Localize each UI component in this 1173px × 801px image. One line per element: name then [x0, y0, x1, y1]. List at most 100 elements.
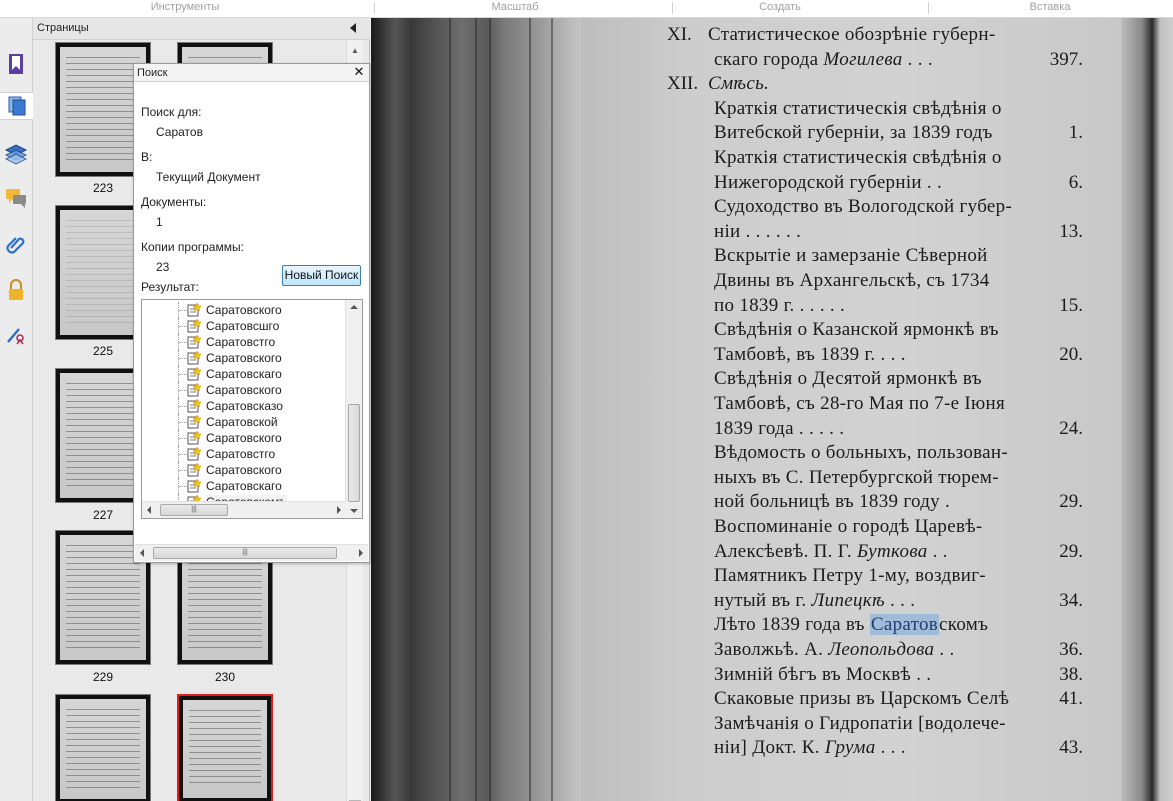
scroll-left-icon[interactable]	[147, 506, 151, 514]
toc-line: Витебской губерніи, за 1839 годъ	[714, 122, 993, 144]
layers-icon[interactable]	[4, 140, 28, 168]
toc-entry-text: нутый въ г.	[714, 589, 812, 611]
pages-panel-title: Страницы	[37, 22, 89, 34]
toc-line: ной больницѣ въ 1839 году .	[714, 491, 950, 513]
toc-entry-text: Зимній бѣгъ въ Москвѣ . .	[714, 663, 932, 685]
search-result-item[interactable]: Саратовстго	[142, 334, 346, 350]
search-result-label: Саратовскаго	[206, 479, 282, 493]
tree-branch	[179, 422, 187, 423]
pdf-viewer-window: Инструменты Масштаб Создать Вставка Стра…	[0, 0, 1173, 801]
document-view[interactable]: XI. Статистическое обозрѣніе губерн-скаго…	[371, 18, 1173, 801]
pages-icon[interactable]	[0, 92, 33, 120]
toc-entry-text: Свѣдѣнія о Казанской ярмонкѣ въ	[714, 319, 999, 341]
toc-leader-dots: . .	[934, 639, 955, 660]
toc-entry-text: Вѣдомость о больныхъ, пользован-	[714, 442, 1008, 464]
tree-branch	[179, 326, 187, 327]
search-result-label: Саратовстго	[206, 447, 276, 461]
scroll-left-icon[interactable]	[140, 549, 144, 557]
toolbar-group-insert[interactable]: Вставка	[980, 0, 1120, 18]
search-result-item[interactable]: Саратовсказо	[142, 398, 346, 414]
tree-branch	[179, 374, 187, 375]
signatures-icon[interactable]	[4, 320, 28, 348]
search-result-item[interactable]: Саратовского	[142, 430, 346, 446]
tree-branch	[179, 390, 187, 391]
results-vertical-scrollbar[interactable]	[345, 300, 362, 518]
toc-entry-text: ніи . . . . . .	[714, 220, 802, 242]
results-horizontal-scrollbar[interactable]: |||	[142, 501, 346, 518]
toc-page-number: 24.	[1059, 417, 1083, 439]
search-result-item[interactable]: Саратовской	[142, 414, 346, 430]
search-match-highlight: Саратов	[869, 614, 940, 636]
toc-line: Статистическое обозрѣніе губерн-	[708, 24, 995, 46]
scrollbar-thumb[interactable]: |||	[160, 504, 228, 516]
comments-icon[interactable]	[4, 184, 28, 212]
toc-leader-dots: . . .	[902, 48, 933, 70]
security-icon[interactable]	[4, 276, 28, 304]
toc-section-number: XI.	[667, 24, 692, 45]
toc-line: нутый въ г. Липецкѣ . . .	[714, 590, 915, 612]
search-result-item[interactable]: Саратовскаго	[142, 366, 346, 382]
search-result-item[interactable]: Саратовского	[142, 382, 346, 398]
search-term-value: Саратов	[156, 125, 203, 139]
page-thumbnail-current[interactable]	[177, 694, 273, 801]
toc-leader-dots: . .	[927, 540, 948, 562]
toolbar-group-tools[interactable]: Инструменты	[100, 0, 270, 18]
copies-count: 23	[156, 260, 170, 274]
toc-line: ніи] Докт. К. Грума . . .	[714, 737, 906, 759]
scrollbar-thumb[interactable]: |||	[153, 547, 337, 559]
search-dialog: Поиск ✕ Поиск для: Саратов В: Текущий До…	[133, 63, 370, 563]
toc-entry-text: Судоходство въ Вологодской губер-	[714, 196, 1013, 218]
scroll-right-icon[interactable]	[337, 506, 341, 514]
close-icon[interactable]: ✕	[352, 64, 366, 80]
scroll-up-icon[interactable]: ▲	[350, 46, 360, 56]
tree-branch	[179, 310, 187, 311]
toc-entry-text: 1839 года . . . . .	[714, 417, 845, 439]
toc-section-heading: Смѣсь.	[708, 73, 770, 95]
ribbon-toolbar: Инструменты Масштаб Создать Вставка	[0, 0, 1173, 18]
tree-branch	[179, 406, 187, 407]
search-result-item[interactable]: Саратовского	[142, 350, 346, 366]
search-result-icon	[187, 318, 202, 333]
toolbar-separator	[928, 2, 929, 14]
scrollbar-thumb[interactable]	[348, 404, 360, 502]
toolbar-separator	[672, 2, 673, 14]
scroll-right-icon[interactable]	[359, 549, 363, 557]
new-search-button[interactable]: Новый Поиск	[282, 265, 361, 286]
toolbar-group-zoom[interactable]: Масштаб	[440, 0, 590, 18]
search-result-item[interactable]: Саратовсшго	[142, 318, 346, 334]
toc-entry-text: Вскрытіе и замерзаніе Сѣверной	[714, 245, 988, 267]
search-result-item[interactable]: Саратовского	[142, 462, 346, 478]
search-result-label: Саратовсказо	[206, 399, 283, 413]
toc-entry-text: Двины въ Архангельскѣ, съ 1734	[714, 270, 990, 291]
toc-page-number: 29.	[1059, 491, 1083, 513]
search-result-icon	[187, 414, 202, 429]
toc-leader-dots: . . .	[875, 737, 906, 759]
toc-page-number: 15.	[1059, 294, 1083, 316]
search-result-item[interactable]: Саратовского	[142, 302, 346, 318]
toc-entry-text: Воспоминаніе о городѣ Царевѣ-	[714, 516, 983, 537]
toc-line: Памятникъ Петру 1-му, воздвиг-	[714, 565, 986, 587]
toolbar-group-create[interactable]: Создать	[710, 0, 850, 18]
toc-page-number: 34.	[1059, 589, 1083, 611]
search-result-icon	[187, 398, 202, 413]
search-result-label: Саратовского	[206, 431, 282, 445]
attachments-icon[interactable]	[4, 230, 28, 258]
search-result-icon	[187, 462, 202, 477]
search-result-item[interactable]: Саратовскаго	[142, 478, 346, 494]
search-result-item[interactable]: Саратовстго	[142, 446, 346, 462]
page-thumbnail[interactable]	[55, 694, 151, 801]
bookmark-icon[interactable]	[4, 50, 28, 78]
toc-entry-text: Лѣто 1839 года въ	[714, 614, 870, 636]
scroll-up-icon[interactable]	[350, 305, 358, 309]
toc-entry-text: Свѣдѣнія о Десятой ярмонкѣ въ	[714, 368, 982, 390]
scroll-down-icon[interactable]	[350, 509, 358, 513]
dialog-horizontal-scrollbar[interactable]: |||	[135, 544, 368, 561]
table-of-contents: XI. Статистическое обозрѣніе губерн-скаго…	[371, 18, 1173, 801]
copies-label: Копии программы:	[141, 240, 244, 254]
search-result-icon	[187, 302, 202, 317]
toc-section-number: XII.	[667, 73, 699, 95]
search-result-icon	[187, 446, 202, 461]
collapse-panel-icon[interactable]	[350, 23, 356, 33]
toc-entry-text: Алексѣевѣ. П. Г.	[714, 540, 858, 562]
search-results-tree: Саратовского Саратовсшго Саратовстго Сарато…	[141, 299, 363, 519]
